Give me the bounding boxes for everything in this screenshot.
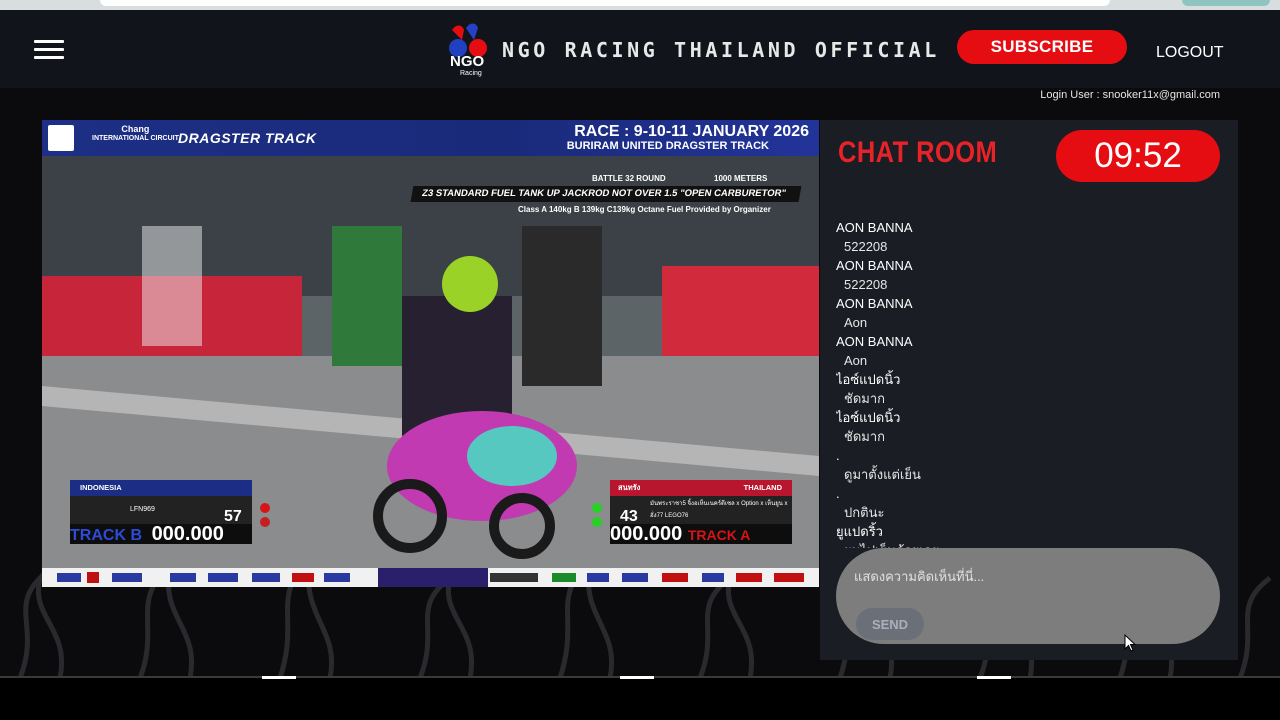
brand[interactable]: NGO Racing NGO RACING THAILAND OFFICIAL	[446, 22, 940, 78]
chat-message-text: 522208	[844, 277, 888, 292]
chat-message: AON BANNA Aon	[836, 332, 1226, 370]
team-right: สนทรัง	[618, 483, 641, 492]
battle-round: BATTLE 32 ROUND	[592, 174, 666, 183]
track-left: TRACK B	[70, 527, 142, 544]
time-left: TRACK B 000.000	[70, 524, 252, 544]
ngo-logo-icon: NGO Racing	[446, 22, 494, 78]
browser-button[interactable]	[1182, 0, 1270, 6]
race-title: RACE : 9-10-11 JANUARY 2026	[574, 123, 809, 140]
chat-message-user: ไอซ์แปดนิ้ว	[836, 410, 901, 425]
browser-url-bar[interactable]	[100, 0, 1110, 6]
chat-message-user: AON BANNA	[836, 220, 913, 235]
chat-message-text: 522208	[844, 239, 888, 254]
scroll-indicator-2[interactable]	[620, 676, 654, 679]
chat-room-title: CHAT ROOM	[838, 136, 998, 169]
scroll-indicator-1[interactable]	[262, 676, 296, 679]
login-user-label: Login User : snooker11x@gmail.com	[1040, 89, 1220, 101]
chat-message-text: ชัดมาก	[844, 429, 886, 444]
subscribe-button[interactable]: SUBSCRIBE	[957, 30, 1127, 64]
chat-message-user: AON BANNA	[836, 334, 913, 349]
start-light-green-left	[260, 517, 270, 527]
race-class-subtitle: Class A 140kg B 139kg C139kg Octane Fuel…	[518, 205, 771, 214]
chat-message-text: ดูมาตั้งแต่เย็น	[844, 467, 921, 482]
chat-message-user: ไอซ์แปดนิ้ว	[836, 372, 901, 387]
rider-left-name: LFN969	[130, 506, 155, 513]
number-left: 57	[224, 508, 242, 525]
live-video-player[interactable]: Chang INTERNATIONAL CIRCUIT DRAGSTER TRA…	[42, 120, 819, 587]
chat-message-user: .	[836, 448, 840, 463]
svg-text:NGO: NGO	[450, 53, 485, 70]
chat-message: AON BANNA 522208	[836, 218, 1226, 256]
race-subtitle: BURIRAM UNITED DRAGSTER TRACK	[566, 140, 769, 152]
chat-message-user: AON BANNA	[836, 296, 913, 311]
chat-message: AON BANNA 522208	[836, 256, 1226, 294]
country-right: สนทรัง THAILAND	[610, 480, 792, 496]
countdown-timer: 09:52	[1056, 130, 1220, 182]
chat-message-user: AON BANNA	[836, 258, 913, 273]
rider-right-name: มันพระราชา5 จิ้งอเห็นเนคร์ดีเซล x Option…	[650, 501, 788, 519]
country-right-name: THAILAND	[743, 483, 782, 492]
chat-input-box[interactable]: แสดงความคิดเห็นที่นี่... SEND	[836, 548, 1220, 644]
scoreboard-left: INDONESIA LFN969 TRACK B 000.000 57	[70, 480, 252, 546]
chat-message-user: .	[836, 486, 840, 501]
chat-input-placeholder[interactable]: แสดงความคิดเห็นที่นี่...	[854, 566, 984, 587]
start-light-red-left	[260, 503, 270, 513]
sponsor-chang-name: Chang	[121, 124, 150, 134]
sponsor-dragster: DRAGSTER TRACK	[178, 130, 317, 146]
chat-room-panel: CHAT ROOM 09:52 AON BANNA 522208 AON BANNA…	[820, 120, 1238, 660]
scroll-indicator-3[interactable]	[977, 676, 1011, 679]
chat-message: ยูแปดริ้วผมไปเย็นด้วยเลย	[836, 522, 1226, 548]
chat-message: . ปกตินะ	[836, 484, 1226, 522]
chat-message-user: ยูแปดริ้ว	[836, 524, 883, 539]
race-banner: Chang INTERNATIONAL CIRCUIT DRAGSTER TRA…	[42, 120, 819, 156]
send-button[interactable]: SEND	[856, 608, 924, 640]
chat-message: AON BANNA Aon	[836, 294, 1226, 332]
chat-message-list[interactable]: AON BANNA 522208 AON BANNA 522208 AON BANNA A…	[836, 218, 1226, 548]
track-right: TRACK A	[687, 527, 751, 543]
svg-text:Racing: Racing	[460, 70, 482, 77]
chat-message: . ดูมาตั้งแต่เย็น	[836, 446, 1226, 484]
time-right: 000.000 TRACK A	[610, 524, 792, 544]
chat-message-text: ชัดมาก	[844, 391, 886, 406]
number-right: 43	[620, 508, 638, 525]
browser-chrome-strip	[0, 0, 1280, 10]
sponsor-chang: Chang INTERNATIONAL CIRCUIT	[92, 124, 179, 144]
race-class-title: Z3 STANDARD FUEL TANK UP JACKROD NOT OVE…	[410, 186, 802, 202]
mouse-pointer-icon	[1124, 634, 1136, 652]
sponsor-chang-sub: INTERNATIONAL CIRCUIT	[92, 135, 179, 142]
chat-message-text: Aon	[844, 353, 868, 368]
hamburger-menu-icon[interactable]	[34, 40, 64, 60]
sponsor-strip	[42, 568, 819, 587]
logout-link[interactable]: LOGOUT	[1156, 44, 1224, 62]
start-light-green-right-top	[592, 503, 602, 513]
time-left-value: 000.000	[151, 523, 224, 545]
country-left: INDONESIA	[70, 480, 252, 496]
top-navigation-bar: NGO Racing NGO RACING THAILAND OFFICIAL …	[0, 10, 1280, 88]
chat-message-text: Aon	[844, 315, 868, 330]
chat-message: ไอซ์แปดนิ้วชัดมาก	[836, 408, 1226, 446]
time-right-value: 000.000	[610, 523, 683, 545]
sponsor-logo-icon	[48, 125, 74, 151]
scoreboard-right: สนทรัง THAILAND มันพระราชา5 จิ้งอเห็นเนค…	[610, 480, 792, 546]
brand-title: NGO RACING THAILAND OFFICIAL	[502, 38, 940, 62]
start-light-green-right-bottom	[592, 517, 602, 527]
race-distance: 1000 METERS	[714, 174, 768, 183]
chat-message-text: ปกตินะ	[844, 505, 885, 520]
chat-message-text: ผมไปเย็นด้วยเลย	[836, 541, 1226, 548]
chat-message: ไอซ์แปดนิ้วชัดมาก	[836, 370, 1226, 408]
